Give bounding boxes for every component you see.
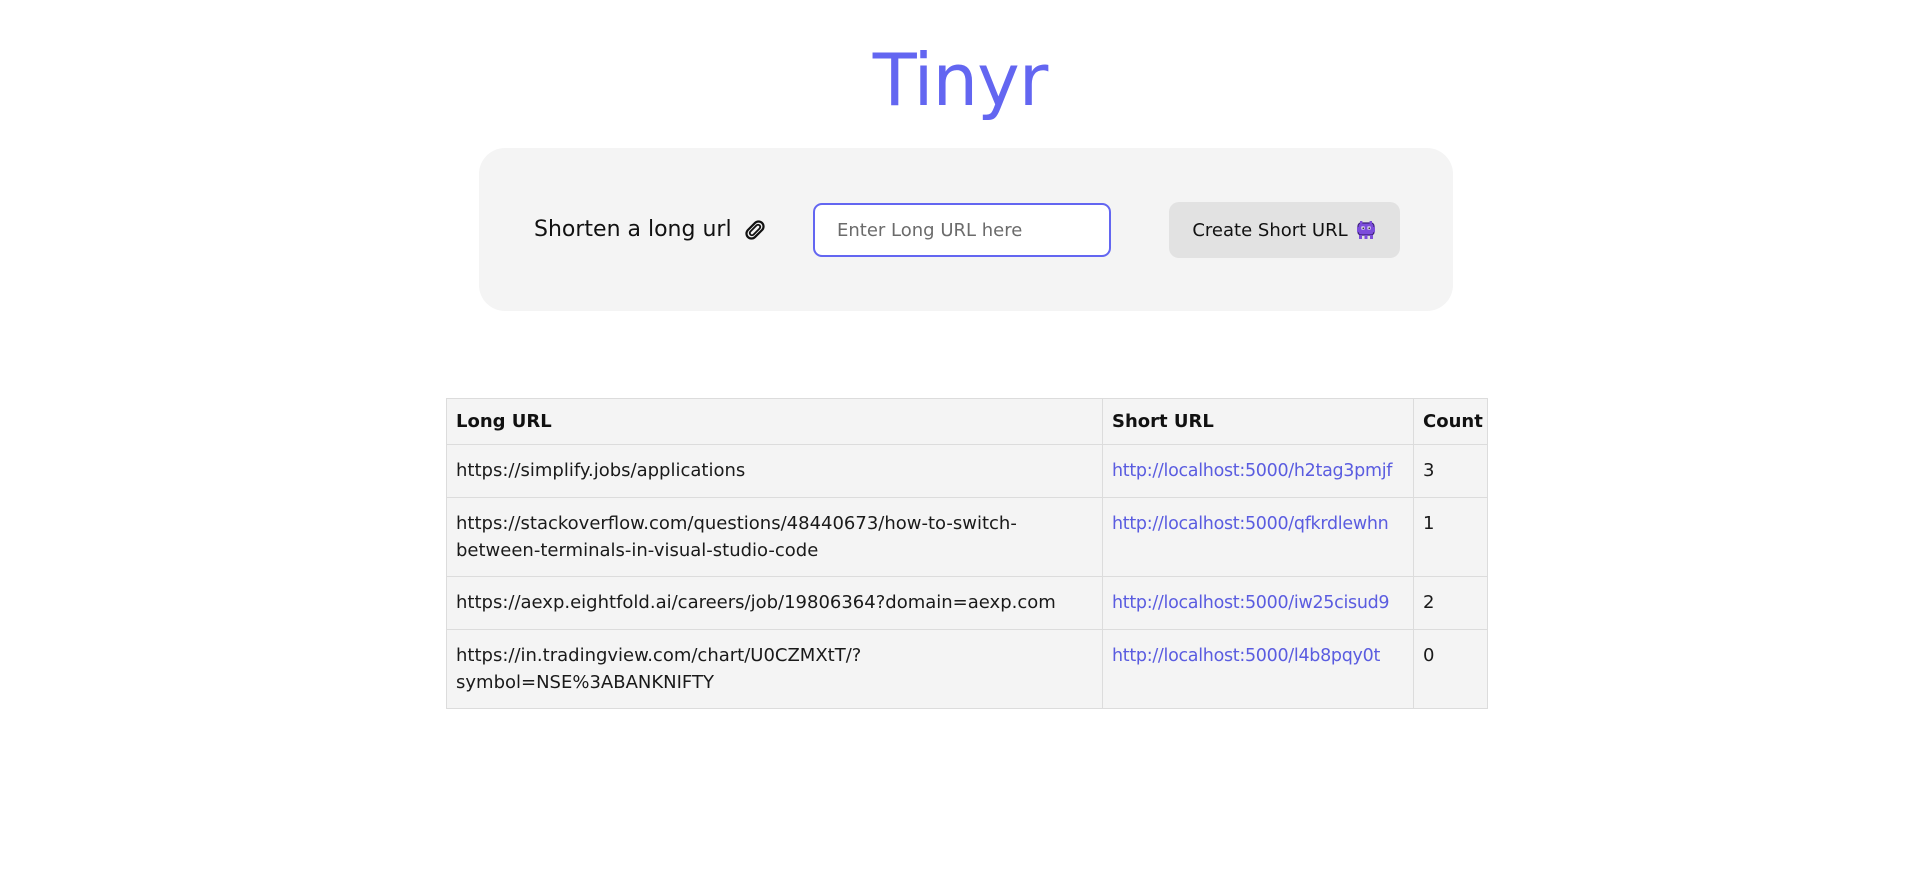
header-short-url: Short URL [1102, 398, 1414, 445]
table-row: https://simplify.jobs/applications http:… [446, 444, 1488, 498]
long-url-cell: https://stackoverflow.com/questions/4844… [446, 497, 1103, 577]
long-url-cell: https://simplify.jobs/applications [446, 444, 1103, 498]
header-long-url: Long URL [446, 398, 1103, 445]
count-cell: 0 [1413, 629, 1488, 709]
shorten-label: Shorten a long url [534, 216, 768, 244]
table-row: https://in.tradingview.com/chart/U0CZMXt… [446, 629, 1488, 709]
long-url-cell: https://aexp.eightfold.ai/careers/job/19… [446, 576, 1103, 630]
paperclip-icon [742, 217, 768, 243]
count-cell: 2 [1413, 576, 1488, 630]
short-url-cell: http://localhost:5000/qfkrdlewhn [1102, 497, 1414, 577]
long-url-input[interactable] [813, 203, 1111, 257]
short-url-link[interactable]: http://localhost:5000/l4b8pqy0t [1112, 646, 1380, 666]
table-row: https://stackoverflow.com/questions/4844… [446, 497, 1488, 577]
long-url-cell: https://in.tradingview.com/chart/U0CZMXt… [446, 629, 1103, 709]
short-url-link[interactable]: http://localhost:5000/iw25cisud9 [1112, 593, 1390, 613]
urls-table: Long URL Short URL Count https://simplif… [446, 398, 1488, 709]
table-row: https://aexp.eightfold.ai/careers/job/19… [446, 576, 1488, 630]
shorten-url-panel: Shorten a long url Create Short URL [479, 148, 1453, 311]
short-url-cell: http://localhost:5000/l4b8pqy0t [1102, 629, 1414, 709]
short-url-cell: http://localhost:5000/h2tag3pmjf [1102, 444, 1414, 498]
app-title: Tinyr [872, 38, 1049, 122]
shorten-label-text: Shorten a long url [534, 217, 732, 242]
short-url-link[interactable]: http://localhost:5000/qfkrdlewhn [1112, 514, 1389, 534]
count-cell: 1 [1413, 497, 1488, 577]
create-short-url-label: Create Short URL [1192, 219, 1348, 241]
create-short-url-button[interactable]: Create Short URL [1169, 202, 1400, 258]
short-url-cell: http://localhost:5000/iw25cisud9 [1102, 576, 1414, 630]
table-header-row: Long URL Short URL Count [446, 398, 1488, 445]
count-cell: 3 [1413, 444, 1488, 498]
alien-monster-icon [1355, 219, 1377, 241]
header-count: Count [1413, 398, 1488, 445]
short-url-link[interactable]: http://localhost:5000/h2tag3pmjf [1112, 461, 1392, 481]
